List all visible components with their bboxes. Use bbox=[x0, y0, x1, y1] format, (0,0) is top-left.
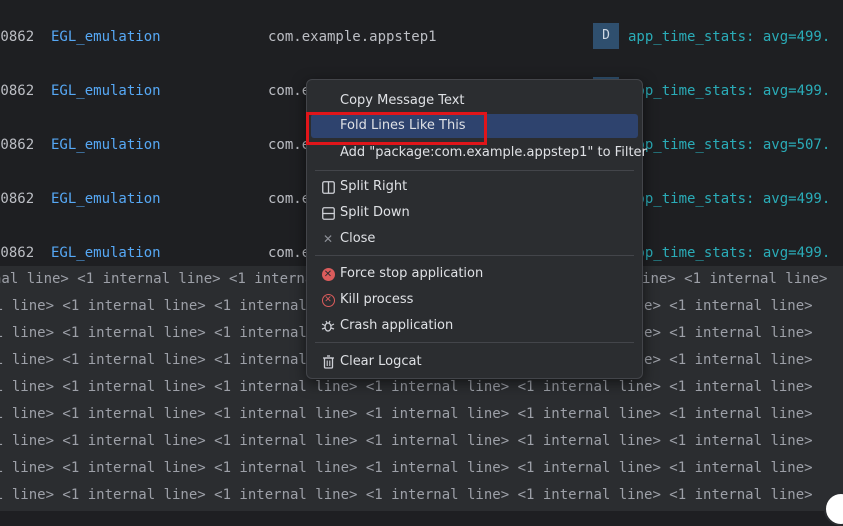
kill-process-icon: ✕ bbox=[320, 288, 336, 312]
menu-item-label: Crash application bbox=[340, 318, 454, 333]
menu-item-label: Copy Message Text bbox=[340, 93, 465, 108]
menu-item-label: Split Down bbox=[340, 205, 410, 220]
annotation-highlight-box bbox=[306, 112, 487, 145]
log-package: com.example.appstep1 bbox=[268, 29, 437, 45]
log-pid: 10862 bbox=[0, 191, 35, 207]
menu-item-split-right[interactable]: Split Right bbox=[311, 175, 638, 199]
log-package: com.e bbox=[268, 191, 311, 207]
log-tag: EGL_emulation bbox=[51, 137, 161, 153]
log-tag: EGL_emulation bbox=[51, 245, 161, 261]
menu-separator bbox=[315, 170, 634, 171]
menu-item-force-stop[interactable]: ✕ Force stop application bbox=[311, 262, 638, 286]
crash-bug-icon bbox=[320, 314, 336, 338]
log-message: app_time_stats: avg=499. bbox=[628, 83, 831, 99]
trash-icon bbox=[320, 350, 336, 374]
log-pid: 10862 bbox=[0, 137, 35, 153]
menu-item-label: Close bbox=[340, 231, 376, 246]
split-right-icon bbox=[320, 175, 336, 199]
log-pid: 10862 bbox=[0, 245, 35, 261]
menu-item-split-down[interactable]: Split Down bbox=[311, 201, 638, 225]
menu-item-kill-process[interactable]: ✕ Kill process bbox=[311, 288, 638, 312]
log-pid: 10862 bbox=[0, 83, 35, 99]
menu-separator bbox=[315, 342, 634, 343]
log-row[interactable]: 10862 EGL_emulation com.example.appstep1… bbox=[0, 23, 843, 82]
menu-separator bbox=[315, 255, 634, 256]
log-tag: EGL_emulation bbox=[51, 191, 161, 207]
force-stop-icon: ✕ bbox=[320, 262, 336, 286]
log-tag: EGL_emulation bbox=[51, 83, 161, 99]
log-level-badge: D bbox=[593, 23, 619, 49]
log-package: com.e bbox=[268, 83, 311, 99]
log-message: app_time_stats: avg=499. bbox=[628, 245, 831, 261]
log-message: app_time_stats: avg=507. bbox=[628, 137, 831, 153]
log-pid: 10862 bbox=[0, 29, 35, 45]
log-package: com.e bbox=[268, 245, 311, 261]
menu-item-clear-logcat[interactable]: Clear Logcat bbox=[311, 350, 638, 374]
log-package: com.e bbox=[268, 137, 311, 153]
folded-line[interactable]: l line> <1 internal line> <1 internal li… bbox=[0, 401, 813, 428]
split-down-icon bbox=[320, 201, 336, 225]
folded-line[interactable]: l line> <1 internal line> <1 internal li… bbox=[0, 428, 813, 455]
log-message: app_time_stats: avg=499. bbox=[628, 191, 831, 207]
log-tag: EGL_emulation bbox=[51, 29, 161, 45]
menu-item-label: Clear Logcat bbox=[340, 354, 422, 369]
menu-item-label: Split Right bbox=[340, 179, 408, 194]
menu-item-label: Force stop application bbox=[340, 266, 484, 281]
close-icon: ✕ bbox=[322, 232, 334, 246]
folded-line[interactable]: l line> <1 internal line> <1 internal li… bbox=[0, 482, 813, 509]
menu-item-crash-application[interactable]: Crash application bbox=[311, 314, 638, 338]
log-message: app_time_stats: avg=499. bbox=[628, 29, 831, 45]
folded-line[interactable]: l line> <1 internal line> <1 internal li… bbox=[0, 455, 813, 482]
menu-item-label: Kill process bbox=[340, 292, 414, 307]
menu-item-copy-message-text[interactable]: Copy Message Text bbox=[311, 89, 638, 113]
menu-item-close[interactable]: ✕ Close bbox=[311, 227, 638, 251]
